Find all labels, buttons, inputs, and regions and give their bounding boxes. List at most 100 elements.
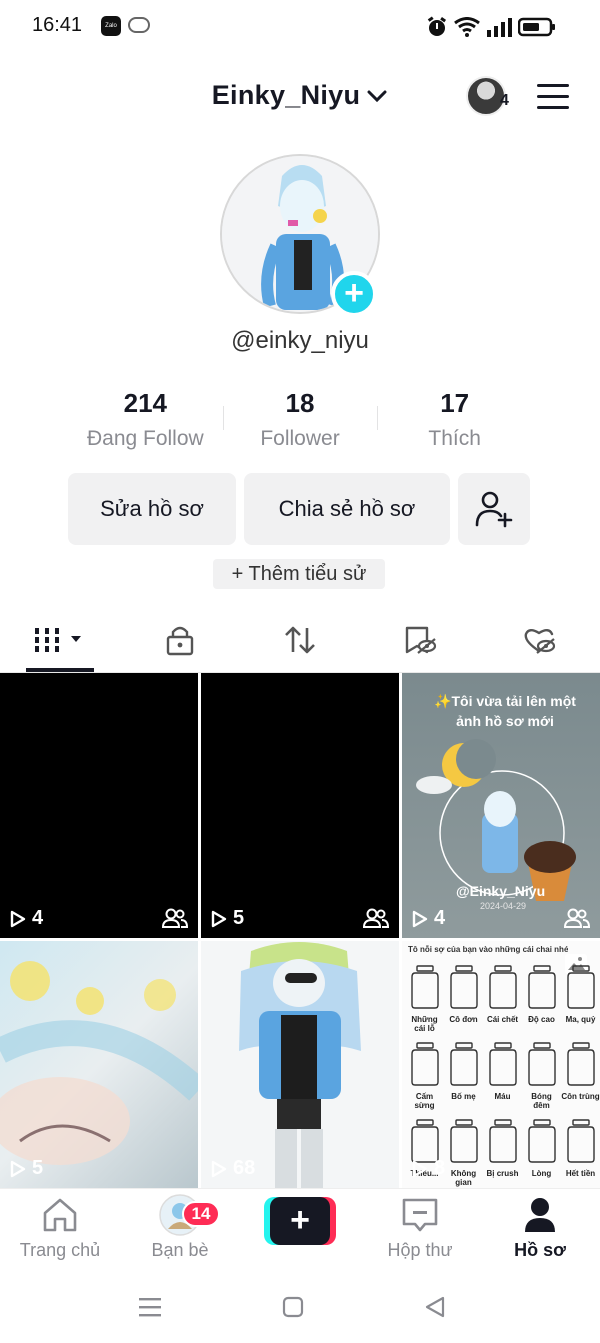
jar-label: Lòng [531, 1169, 552, 1178]
status-time: 16:41 [32, 14, 83, 36]
stat-label: Đang Follow [86, 427, 204, 450]
jar-item: Lòng [522, 1119, 561, 1188]
create-button[interactable]: + [264, 1197, 336, 1245]
add-bio-button[interactable]: + Thêm tiểu sử [213, 559, 385, 589]
zalo-icon: Zalo [101, 16, 121, 36]
profile-header: Einky_Niyu 4 [0, 72, 600, 122]
post-watermark: @Einky_Niyu [456, 883, 546, 899]
jar-label: Côn trùng [561, 1092, 600, 1101]
jar-item: Cái chết [483, 965, 522, 1042]
tab-videos[interactable] [0, 612, 120, 668]
jar-icon [527, 1042, 556, 1086]
username-title: Einky_Niyu [211, 80, 361, 110]
artwork-image [239, 942, 361, 1188]
jar-icon [527, 1119, 556, 1163]
view-count-value: 5 [32, 1157, 44, 1179]
tab-reposts[interactable] [240, 612, 360, 668]
stat-label: Thích [428, 427, 481, 450]
profile-stats: 214 Đang Follow 18 Follower 17 Thích [68, 388, 532, 456]
plus-icon: + [270, 1197, 330, 1245]
jar-icon [566, 965, 595, 1009]
nav-home[interactable]: Trang chủ [0, 1197, 120, 1261]
nav-friends[interactable]: 14 Bạn bè [120, 1194, 240, 1261]
jar-icon [566, 1042, 595, 1086]
inbox-icon [402, 1198, 438, 1232]
nav-profile-label: Hồ sơ [514, 1240, 566, 1260]
jar-item: Không gian [444, 1119, 483, 1188]
bottom-navigation: Trang chủ 14 Bạn bè + Hộp thư Hồ sơ [0, 1188, 600, 1268]
play-icon [211, 1160, 227, 1177]
post-illustration [416, 739, 576, 901]
saved-icon [405, 626, 437, 654]
chevron-down-icon [367, 90, 387, 102]
jar-icon [410, 965, 439, 1009]
tab-private[interactable] [120, 612, 240, 668]
stat-value: 214 [123, 388, 168, 418]
video-tile[interactable]: ✨Tôi vừa tải lên một ảnh hồ sơ mới @Eink… [402, 673, 600, 938]
edit-profile-button[interactable]: Sửa hồ sơ [68, 473, 236, 545]
nav-inbox[interactable]: Hộp thư [360, 1197, 480, 1261]
jar-label: Độ cao [528, 1015, 555, 1024]
stat-label: Follower [260, 427, 340, 450]
wifi-icon [454, 17, 480, 37]
stat-followers[interactable]: 18 Follower [222, 388, 378, 456]
profile-handle: @einky_niyu [231, 327, 369, 354]
nav-friends-label: Bạn bè [151, 1240, 209, 1260]
jar-item: Cấm sừng [405, 1042, 444, 1119]
jar-icon [449, 965, 478, 1009]
tab-saved[interactable] [360, 612, 480, 668]
video-tile[interactable]: 5 [0, 941, 198, 1188]
jar-item: Ma, quỷ [561, 965, 600, 1042]
video-tile[interactable]: Tô nỗi sợ của bạn vào những cái chai nhé… [402, 941, 600, 1188]
video-tile[interactable]: 68 [201, 941, 399, 1188]
recent-apps-icon[interactable] [138, 1296, 162, 1318]
jar-item: Bố mẹ [444, 1042, 483, 1119]
jar-icon [449, 1042, 478, 1086]
home-button-icon[interactable] [282, 1296, 304, 1318]
system-navigation [0, 1280, 600, 1343]
jar-item: Hết tiền [561, 1119, 600, 1188]
tab-liked[interactable] [480, 612, 600, 668]
back-icon[interactable] [424, 1296, 446, 1318]
friends-badge: 14 [182, 1201, 220, 1227]
add-friend-button[interactable] [458, 473, 530, 545]
status-bar: 16:41 Zalo [0, 0, 600, 56]
nav-inbox-label: Hộp thư [387, 1240, 453, 1260]
video-tile[interactable]: 5 [201, 673, 399, 938]
jar-item: Côn trùng [561, 1042, 600, 1119]
add-avatar-button[interactable]: + [331, 271, 377, 317]
jar-template-title: Tô nỗi sợ của bạn vào những cái chai nhé [408, 945, 568, 954]
view-count-value: 5 [233, 907, 245, 929]
jar-icon [527, 965, 556, 1009]
jar-icon [410, 1042, 439, 1086]
jar-icon [449, 1119, 478, 1163]
nav-home-label: Trang chủ [19, 1240, 101, 1260]
share-profile-button[interactable]: Chia sẻ hồ sơ [244, 473, 450, 545]
stat-value: 18 [285, 388, 315, 418]
stat-following[interactable]: 214 Đang Follow [68, 388, 223, 456]
play-icon [412, 910, 428, 927]
jar-item: Bị crush [483, 1119, 522, 1188]
home-icon [43, 1198, 77, 1232]
post-date: 2024-04-29 [480, 901, 527, 911]
battery-icon [518, 17, 555, 37]
friends-only-icon [363, 908, 389, 928]
play-icon [412, 1160, 428, 1177]
menu-icon[interactable] [537, 84, 569, 110]
jar-icon [488, 1119, 517, 1163]
stat-value: 17 [440, 388, 470, 418]
view-count: 68 [211, 1157, 255, 1180]
video-tile[interactable]: 4 [0, 673, 198, 938]
nav-profile[interactable]: Hồ sơ [480, 1197, 600, 1261]
jar-label: Bố mẹ [451, 1092, 476, 1101]
jar-label: Không gian [450, 1169, 477, 1187]
stat-likes[interactable]: 17 Thích [377, 388, 532, 456]
view-count-value: 8 [434, 1157, 446, 1179]
account-switcher[interactable]: Einky_Niyu [212, 80, 389, 111]
alarm-icon [427, 16, 447, 36]
jar-label: Bóng đêm [531, 1092, 552, 1110]
add-user-icon [475, 491, 513, 528]
jar-icon [488, 965, 517, 1009]
account-count: 4 [500, 92, 509, 109]
jar-label: Cô đơn [449, 1015, 478, 1024]
